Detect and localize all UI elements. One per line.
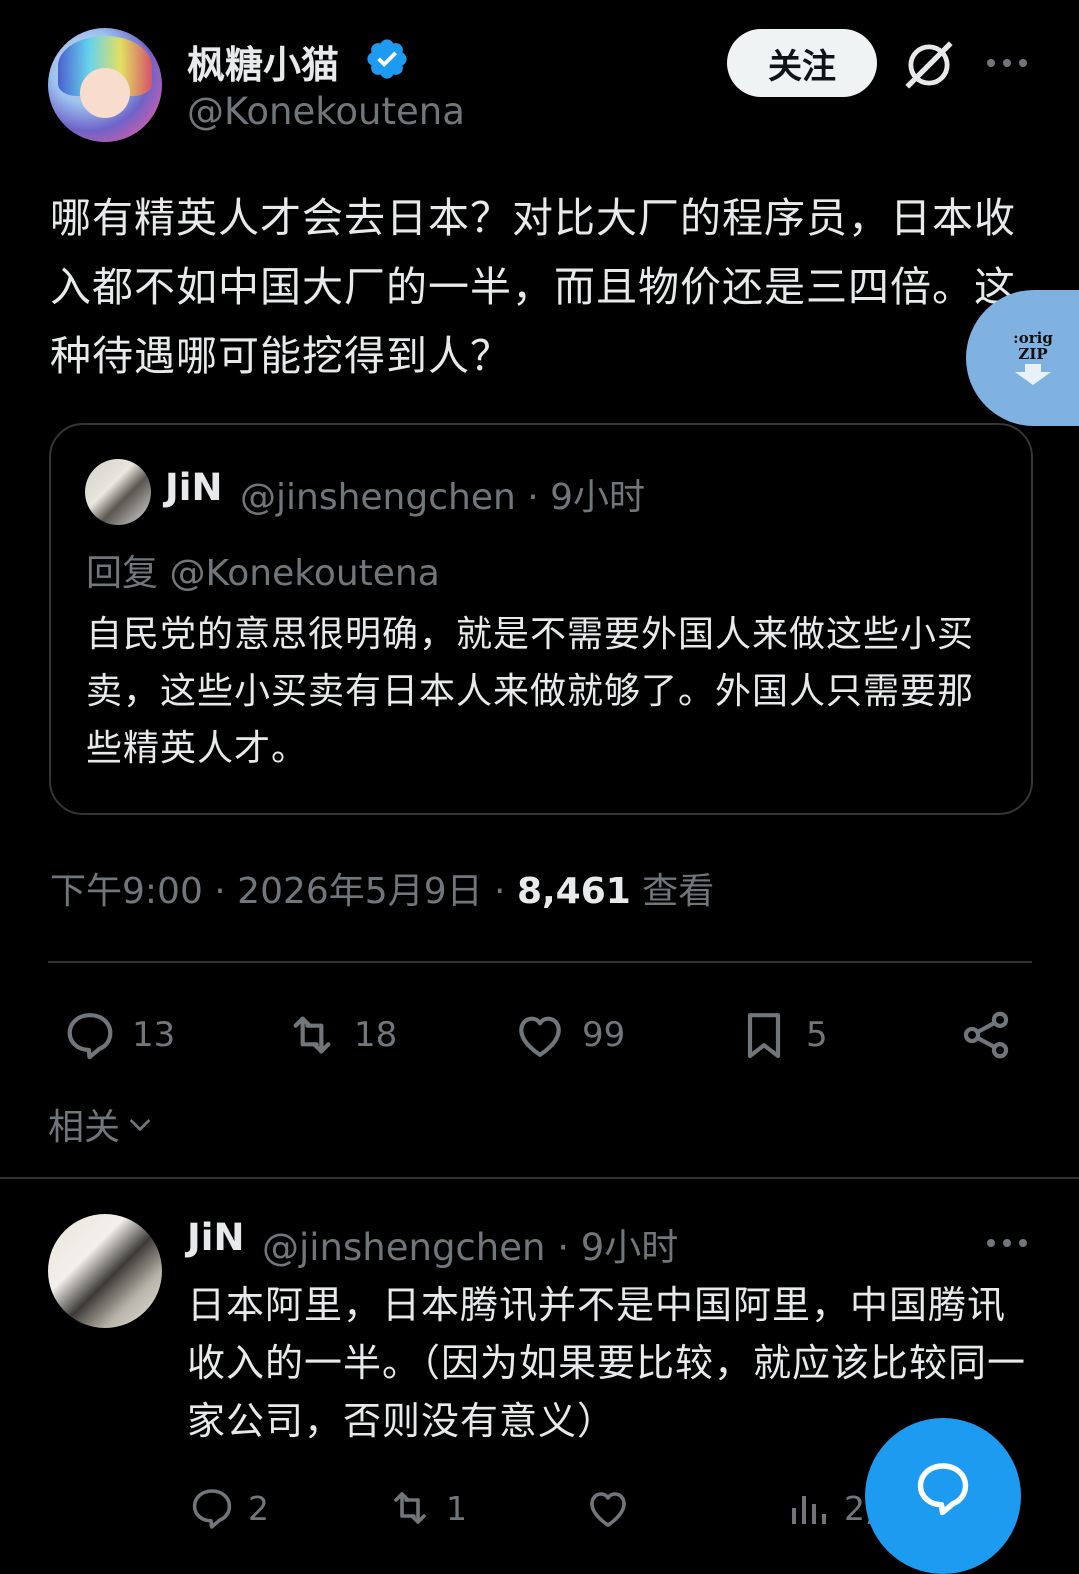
author-name[interactable]: 枫糖小猫 (187, 34, 339, 89)
quoted-author-meta: @jinshengchen · 9小时 (240, 477, 646, 518)
download-arrow-icon (1015, 364, 1051, 385)
retweet-count: 18 (354, 1015, 398, 1055)
divider (0, 1177, 1079, 1179)
bookmark-button[interactable]: 5 (736, 1005, 828, 1065)
share-icon (963, 1011, 1009, 1059)
like-count: 99 (582, 1015, 626, 1055)
bookmark-icon (747, 1013, 781, 1059)
retweet-icon (293, 1016, 331, 1054)
more-options-icon[interactable] (985, 56, 1029, 70)
heart-icon (590, 1492, 626, 1527)
heart-icon (519, 1016, 561, 1057)
author-avatar[interactable] (48, 28, 162, 142)
bookmark-count: 5 (806, 1015, 828, 1055)
reply-author-meta: @jinshengchen · 9小时 (262, 1226, 679, 1269)
reply-icon (192, 1489, 232, 1529)
grok-icon[interactable] (900, 36, 958, 94)
reply-reply-button[interactable]: 2 (188, 1480, 269, 1536)
related-toggle[interactable]: 相关 (48, 1098, 156, 1150)
quoted-reply-to: 回复 @Konekoutena (86, 553, 440, 594)
more-options-icon[interactable] (985, 1236, 1029, 1250)
reply-author-avatar[interactable] (48, 1214, 162, 1328)
share-button[interactable] (958, 1005, 1028, 1065)
related-label: 相关 (48, 1107, 121, 1148)
divider (48, 961, 1032, 963)
views-chart-icon (792, 1496, 826, 1524)
zip-badge-label: :orig ZIP (1010, 330, 1056, 388)
view-count: 8,461 (516, 871, 631, 912)
compose-reply-fab[interactable] (865, 1418, 1021, 1574)
retweet-button[interactable]: 18 (284, 1005, 397, 1065)
reply-author-name[interactable]: JiN (187, 1216, 244, 1259)
retweet-icon (394, 1492, 426, 1524)
avatar-face (80, 68, 130, 118)
timestamp-text[interactable]: 下午9:00 · 2026年5月9日 · (50, 871, 517, 912)
quoted-tweet-text: 自民党的意思很明确，就是不需要外国人来做这些小买卖，这些小买卖有日本人来做就够了… (86, 614, 975, 769)
reply-icon (67, 1013, 113, 1060)
view-label: 查看 (630, 871, 715, 912)
quoted-author-name: JiN (165, 466, 223, 509)
tweet-text: 哪有精英人才会去日本？对比大厂的程序员，日本收入都不如中国大厂的一半，而且物价还… (50, 194, 1016, 380)
like-button[interactable]: 99 (512, 1005, 625, 1065)
reply-button[interactable]: 13 (62, 1005, 175, 1065)
author-handle[interactable]: @Konekoutena (187, 90, 465, 133)
chevron-down-icon (129, 1119, 151, 1132)
reply-retweet-count: 1 (446, 1488, 467, 1528)
tweet-timestamp: 下午9:00 · 2026年5月9日 · 8,461 查看 (50, 862, 714, 914)
reply-tweet-text: 日本阿里，日本腾讯并不是中国阿里，中国腾讯收入的一半。（因为如果要比较，就应该比… (187, 1283, 1027, 1443)
reply-count: 13 (132, 1015, 176, 1055)
compose-icon (917, 1463, 969, 1516)
reply-like-button[interactable] (584, 1480, 644, 1536)
reply-retweet-button[interactable]: 1 (386, 1480, 467, 1536)
quoted-author-avatar (85, 459, 151, 525)
follow-button[interactable]: 关注 (727, 29, 877, 97)
verified-badge-icon (367, 39, 407, 79)
reply-reply-count: 2 (248, 1488, 269, 1528)
